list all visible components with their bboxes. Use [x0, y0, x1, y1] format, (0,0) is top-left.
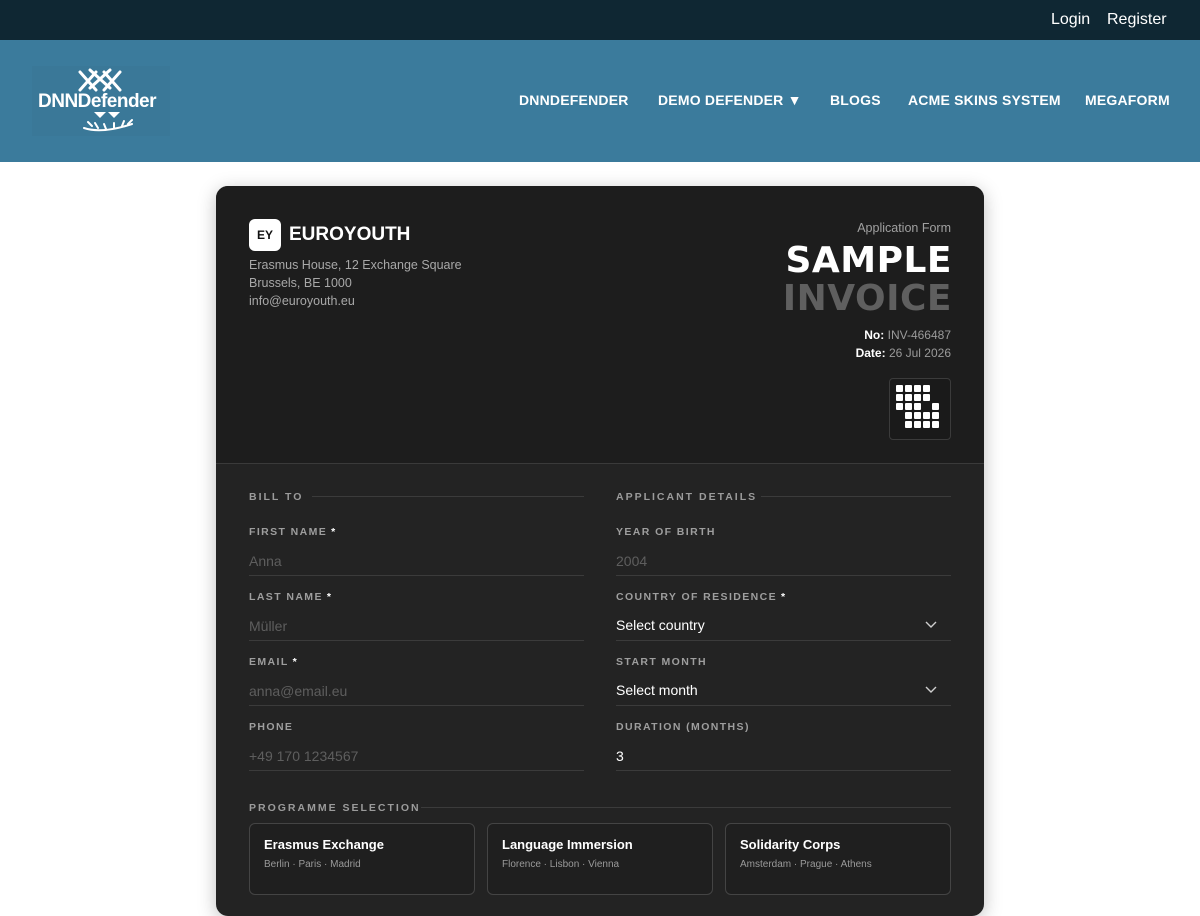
invoice-date-label: Date: [855, 346, 886, 360]
register-link[interactable]: Register [1107, 11, 1167, 29]
last-name-input[interactable] [249, 611, 584, 641]
nav-blogs[interactable]: BLOGS [830, 92, 881, 108]
year-of-birth-input[interactable] [616, 546, 951, 576]
nav-acme-skins-system[interactable]: ACME SKINS SYSTEM [908, 92, 1061, 108]
qr-code-icon [896, 385, 939, 428]
invoice-number-value: INV-466487 [887, 328, 951, 342]
qr-code [889, 378, 951, 440]
programme-name: Erasmus Exchange [264, 837, 384, 852]
duration-label: DURATION (MONTHS) [616, 721, 750, 733]
invoice-card: EY EUROYOUTH Erasmus House, 12 Exchange … [216, 186, 984, 916]
login-link[interactable]: Login [1051, 11, 1090, 29]
first-name-input[interactable] [249, 546, 584, 576]
chevron-down-icon [925, 686, 937, 693]
invoice-header: EY EUROYOUTH Erasmus House, 12 Exchange … [216, 186, 984, 464]
programme-name: Solidarity Corps [740, 837, 841, 852]
applicant-details-divider [761, 496, 951, 497]
programme-cities: Amsterdam · Prague · Athens [740, 859, 872, 870]
site-logo[interactable]: DNNDefender [32, 66, 170, 136]
phone-label: PHONE [249, 721, 294, 733]
logo-text: DNNDefender [38, 91, 157, 112]
programme-name: Language Immersion [502, 837, 633, 852]
invoice-title-line1: SAMPLE [785, 240, 952, 281]
nav-megaform[interactable]: MEGAFORM [1085, 92, 1170, 108]
start-month-select-value: Select month [616, 682, 698, 698]
invoice-date: Date: 26 Jul 2026 [856, 346, 951, 360]
invoice-number-label: No: [864, 328, 885, 342]
first-name-label: FIRST NAME * [249, 526, 337, 538]
invoice-number: No: INV-466487 [864, 328, 951, 342]
email-label: EMAIL * [249, 656, 299, 668]
bill-to-divider [312, 496, 584, 497]
programme-selection-title: PROGRAMME SELECTION [249, 802, 421, 814]
email-input[interactable] [249, 676, 584, 706]
phone-input[interactable] [249, 741, 584, 771]
start-month-label: START MONTH [616, 656, 708, 668]
programme-option-solidarity-corps[interactable]: Solidarity Corps Amsterdam · Prague · At… [725, 823, 951, 895]
programme-option-language-immersion[interactable]: Language Immersion Florence · Lisbon · V… [487, 823, 713, 895]
bill-to-title: BILL TO [249, 491, 304, 503]
programme-selection-divider [421, 807, 951, 808]
start-month-select[interactable]: Select month [616, 676, 951, 706]
org-name: EUROYOUTH [289, 224, 411, 245]
nav-dnndefender[interactable]: DNNDEFENDER [519, 92, 629, 108]
top-bar: Login Register [0, 0, 1200, 40]
programme-cities: Florence · Lisbon · Vienna [502, 859, 620, 870]
form-kind: Application Form [857, 221, 951, 235]
org-address-line2: Brussels, BE 1000 [249, 276, 352, 290]
country-select[interactable]: Select country [616, 611, 951, 641]
year-of-birth-label: YEAR OF BIRTH [616, 526, 716, 538]
invoice-date-value: 26 Jul 2026 [888, 346, 951, 360]
country-select-value: Select country [616, 617, 705, 633]
duration-input[interactable] [616, 741, 951, 771]
nav-demo-defender[interactable]: DEMO DEFENDER ▼ [658, 92, 802, 108]
last-name-label: LAST NAME * [249, 591, 333, 603]
main-navbar: DNNDefender DNNDEFENDER DEMO DEFENDER ▼ … [0, 40, 1200, 162]
org-address-line1: Erasmus House, 12 Exchange Square [249, 258, 462, 272]
programme-option-erasmus[interactable]: Erasmus Exchange Berlin · Paris · Madrid [249, 823, 475, 895]
invoice-title-line2: INVOICE [782, 278, 952, 319]
country-label: COUNTRY OF RESIDENCE * [616, 591, 787, 603]
org-badge: EY [249, 219, 281, 251]
org-email: info@euroyouth.eu [249, 294, 355, 308]
programme-cities: Berlin · Paris · Madrid [264, 859, 361, 870]
applicant-details-title: APPLICANT DETAILS [616, 491, 758, 503]
chevron-down-icon [925, 621, 937, 628]
